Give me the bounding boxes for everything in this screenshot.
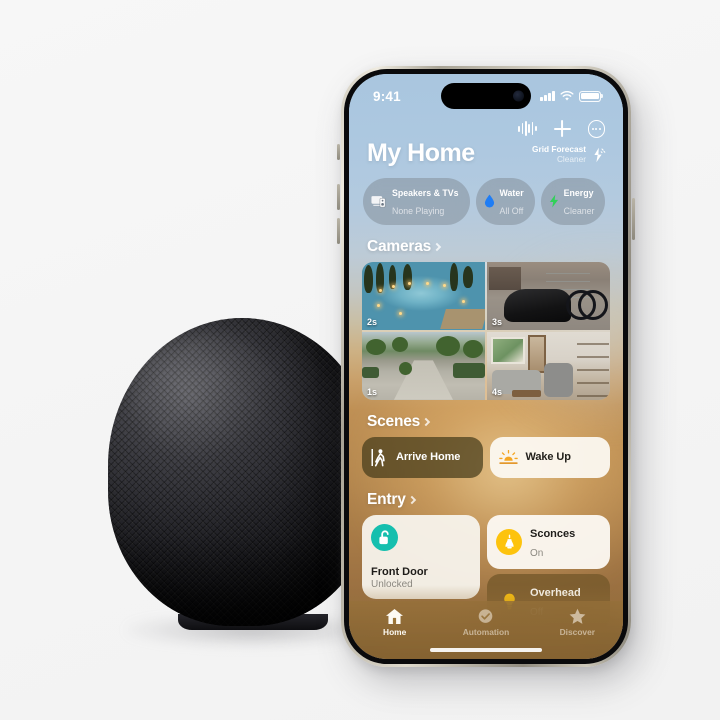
energy-bolt-icon (549, 194, 559, 208)
scene-tile-arrive-home[interactable]: Arrive Home (362, 436, 483, 478)
tab-discover[interactable]: Discover (532, 608, 623, 637)
homepod-mini (108, 318, 376, 648)
chevron-right-icon (407, 496, 416, 505)
action-button[interactable] (337, 144, 340, 160)
light-state: On (530, 547, 544, 559)
status-pill-row: Speakers & TVs None Playing Water All Of… (362, 178, 610, 225)
pill-water-text: Water All Off (500, 183, 524, 220)
camera-tile-living-room[interactable]: 4s (487, 331, 610, 400)
water-drop-icon (484, 194, 495, 208)
wifi-icon (560, 90, 574, 101)
sconce-lamp-icon (496, 528, 522, 555)
grid-forecast-text: Grid Forecast Cleaner (532, 145, 586, 164)
pill-subtitle: Cleaner (563, 206, 595, 217)
unlock-icon (371, 523, 398, 551)
clean-energy-bolt-icon (594, 147, 606, 162)
home-app-content: My Home Grid Forecast Cleaner Speakers &… (349, 114, 623, 659)
homepod-bottom-shadow (108, 533, 376, 626)
clock-check-icon (479, 609, 493, 623)
bicycle-shape (565, 282, 608, 321)
add-icon[interactable] (554, 120, 571, 137)
scene-label: Arrive Home (396, 451, 461, 464)
top-action-bar (362, 114, 610, 139)
phone-screen: 9:41 My Home Grid Forecast Cleaner Speak… (349, 74, 623, 659)
pill-speakers-tvs[interactable]: Speakers & TVs None Playing (363, 178, 470, 225)
scenes-row: Arrive Home Wake Up (362, 436, 610, 478)
front-door-name: Front Door (371, 565, 428, 578)
tab-automation[interactable]: Automation (440, 608, 531, 637)
pill-water[interactable]: Water All Off (475, 178, 535, 225)
camera-tile-driveway[interactable]: 1s (362, 331, 485, 400)
camera-grid: 2s 3s 1s 4s (362, 261, 610, 400)
power-button[interactable] (632, 198, 635, 240)
pill-subtitle: None Playing (392, 206, 445, 217)
scenes-section-header[interactable]: Scenes (367, 413, 610, 431)
page-title: My Home (367, 138, 475, 167)
tab-label: Automation (462, 627, 510, 637)
front-door-text: Front Door Unlocked (371, 566, 471, 590)
status-indicators (540, 90, 601, 102)
tab-home[interactable]: Home (349, 608, 440, 637)
front-door-tile[interactable]: Front Door Unlocked (362, 514, 480, 599)
battery-icon (579, 90, 601, 102)
front-camera-icon (513, 90, 524, 102)
camera-timestamp: 4s (492, 386, 503, 397)
phone-bezel: 9:41 My Home Grid Forecast Cleaner Speak… (344, 69, 628, 664)
light-name: Sconces (530, 527, 576, 540)
grid-forecast-subtitle: Cleaner (556, 153, 586, 164)
homepod-highlight (129, 333, 280, 457)
chevron-right-icon (421, 418, 431, 427)
camera-tile-garage[interactable]: 3s (487, 261, 610, 330)
header-row: My Home Grid Forecast Cleaner (362, 139, 610, 168)
pill-title: Speakers & TVs (392, 188, 459, 198)
light-name: Overhead (530, 587, 581, 600)
scene-label: Wake Up (525, 451, 571, 464)
house-icon (386, 608, 404, 625)
chevron-right-icon (432, 243, 442, 252)
iphone-device: 9:41 My Home Grid Forecast Cleaner Speak… (337, 66, 635, 667)
dynamic-island[interactable] (441, 83, 531, 109)
pill-speakers-tvs-text: Speakers & TVs None Playing (392, 183, 459, 220)
tab-label: Discover (559, 627, 596, 637)
home-indicator[interactable] (430, 647, 542, 652)
pill-energy[interactable]: Energy Cleaner (540, 178, 606, 225)
sconces-text: Sconces On (530, 523, 575, 561)
entry-title: Entry (367, 490, 406, 508)
speaker-tv-icon (371, 195, 387, 208)
more-icon[interactable] (587, 120, 605, 138)
pill-subtitle: All Off (499, 206, 524, 217)
scene-tile-wake-up[interactable]: Wake Up (489, 436, 610, 478)
pill-energy-text: Energy Cleaner (564, 183, 595, 220)
pill-title: Water (499, 188, 524, 198)
cameras-title: Cameras (367, 237, 432, 255)
tab-label: Home (383, 627, 407, 637)
light-tile-sconces[interactable]: Sconces On (487, 514, 610, 570)
camera-timestamp: 3s (492, 316, 503, 327)
entry-section-header[interactable]: Entry (367, 491, 610, 509)
homepod-body (108, 318, 376, 626)
signal-bars-icon (540, 91, 555, 101)
scenes-title: Scenes (367, 412, 421, 430)
volume-down-button[interactable] (337, 218, 340, 244)
cameras-section-header[interactable]: Cameras (367, 238, 610, 256)
pill-title: Energy (563, 188, 594, 198)
walking-person-icon (371, 448, 385, 467)
status-time: 9:41 (373, 88, 401, 104)
grid-forecast-widget[interactable]: Grid Forecast Cleaner (532, 145, 606, 167)
sunrise-icon (498, 449, 518, 464)
camera-tile-pool[interactable]: 2s (362, 261, 485, 330)
product-scene: 9:41 My Home Grid Forecast Cleaner Speak… (0, 0, 720, 720)
camera-timestamp: 2s (367, 316, 378, 327)
star-icon (569, 608, 586, 624)
camera-timestamp: 1s (367, 386, 378, 397)
siri-waveform-icon[interactable] (518, 121, 537, 137)
volume-up-button[interactable] (337, 184, 340, 210)
front-door-state: Unlocked (371, 578, 413, 590)
